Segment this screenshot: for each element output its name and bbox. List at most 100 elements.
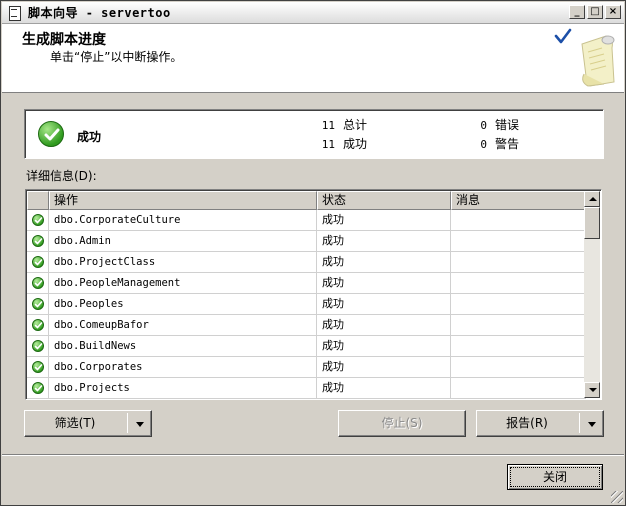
window-controls: _ □ × [569,5,621,19]
summary-status: 成功 [77,130,102,144]
close-button[interactable]: 关闭 [507,464,603,490]
table-row[interactable]: dbo.BuildNews 成功 [27,336,586,357]
success-check-icon [32,235,44,247]
filter-button-label: 筛选(T) [54,416,96,430]
row-status-icon-cell [27,231,49,252]
row-message-cell [451,378,586,399]
maximize-button[interactable]: □ [587,5,603,19]
success-count: 11 [321,138,335,151]
window-title: 脚本向导 - servertoo [28,6,171,20]
row-message-cell [451,273,586,294]
success-check-icon [32,277,44,289]
filter-split-divider [127,413,128,433]
action-column-header[interactable]: 操作 [49,191,317,210]
table-row[interactable]: dbo.Corporates 成功 [27,357,586,378]
error-stat: 0 错误 [473,116,519,133]
minimize-button[interactable]: _ [569,5,585,19]
row-status-icon-cell [27,336,49,357]
row-status-cell: 成功 [317,315,451,336]
table-row[interactable]: dbo.Admin 成功 [27,231,586,252]
success-check-icon [32,361,44,373]
table-row[interactable]: dbo.ProjectClass 成功 [27,252,586,273]
success-check-icon [32,382,44,394]
success-label: 成功 [343,137,368,151]
row-message-cell [451,210,586,231]
row-status-icon-cell [27,315,49,336]
report-split-divider [579,413,580,433]
success-check-icon [32,256,44,268]
row-action-cell: dbo.ComeupBafor [49,315,317,336]
title-bar[interactable]: 脚本向导 - servertoo _ □ × [2,2,624,24]
row-status-cell: 成功 [317,231,451,252]
row-message-cell [451,315,586,336]
row-action-cell: dbo.Projects [49,378,317,399]
row-status-cell: 成功 [317,357,451,378]
report-button-label: 报告(R) [506,416,548,430]
row-message-cell [451,231,586,252]
filter-button[interactable]: 筛选(T) [24,410,152,437]
table-row[interactable]: dbo.Peoples 成功 [27,294,586,315]
row-message-cell [451,252,586,273]
table-row[interactable]: dbo.ComeupBafor 成功 [27,315,586,336]
row-message-cell [451,294,586,315]
error-label: 错误 [495,118,520,132]
grid-header: 操作 状态 消息 [27,191,586,210]
icon-column-header[interactable] [27,191,49,210]
row-status-icon-cell [27,378,49,399]
success-check-icon [38,121,64,147]
row-action-cell: dbo.PeopleManagement [49,273,317,294]
total-count: 11 [321,119,335,132]
error-count: 0 [480,119,487,132]
row-status-cell: 成功 [317,294,451,315]
report-button[interactable]: 报告(R) [476,410,604,437]
footer-divider [2,454,624,456]
row-action-cell: dbo.ProjectClass [49,252,317,273]
row-action-cell: dbo.Corporates [49,357,317,378]
page-title: 生成脚本进度 [22,32,106,48]
row-status-icon-cell [27,252,49,273]
vertical-scrollbar[interactable] [584,191,600,398]
resize-grip-icon[interactable] [611,491,623,503]
scroll-thumb[interactable] [584,207,600,239]
details-grid[interactable]: 操作 状态 消息 dbo.CorporateCulture 成功 dbo.Admin… [25,189,602,400]
total-label: 总计 [343,118,368,132]
wizard-header: 生成脚本进度 单击“停止”以中断操作。 [2,24,624,93]
status-column-header[interactable]: 状态 [317,191,451,210]
warning-label: 警告 [495,137,520,151]
chevron-down-icon[interactable] [588,422,596,427]
row-status-cell: 成功 [317,273,451,294]
row-status-icon-cell [27,357,49,378]
scroll-up-button[interactable] [584,191,600,207]
grid-rows: dbo.CorporateCulture 成功 dbo.Admin 成功 dbo.Pro… [27,210,586,399]
chevron-down-icon[interactable] [136,422,144,427]
scroll-down-button[interactable] [584,382,600,398]
row-status-icon-cell [27,273,49,294]
row-message-cell [451,336,586,357]
table-row[interactable]: dbo.Projects 成功 [27,378,586,399]
details-label: 详细信息(D): [26,169,97,183]
row-status-cell: 成功 [317,210,451,231]
table-row[interactable]: dbo.CorporateCulture 成功 [27,210,586,231]
checkmark-scroll-art-icon [554,28,615,87]
warning-stat: 0 警告 [473,135,519,152]
row-action-cell: dbo.CorporateCulture [49,210,317,231]
stop-button[interactable]: 停止(S) [338,410,466,437]
arrow-down-icon [589,388,597,392]
success-check-icon [32,298,44,310]
row-status-icon-cell [27,210,49,231]
script-wizard-window: 脚本向导 - servertoo _ □ × 生成脚本进度 单击“停止”以中断操… [0,0,626,506]
arrow-up-icon [589,197,597,201]
success-check-icon [32,319,44,331]
row-action-cell: dbo.Admin [49,231,317,252]
page-subtitle: 单击“停止”以中断操作。 [50,50,183,64]
row-action-cell: dbo.Peoples [49,294,317,315]
close-window-button[interactable]: × [605,5,621,19]
summary-panel: 成功 11 总计 11 成功 0 错误 0 警告 [24,109,604,159]
table-row[interactable]: dbo.PeopleManagement 成功 [27,273,586,294]
success-check-icon [32,340,44,352]
row-status-cell: 成功 [317,378,451,399]
success-check-icon [32,214,44,226]
row-message-cell [451,357,586,378]
script-document-icon [8,5,22,21]
message-column-header[interactable]: 消息 [451,191,586,210]
